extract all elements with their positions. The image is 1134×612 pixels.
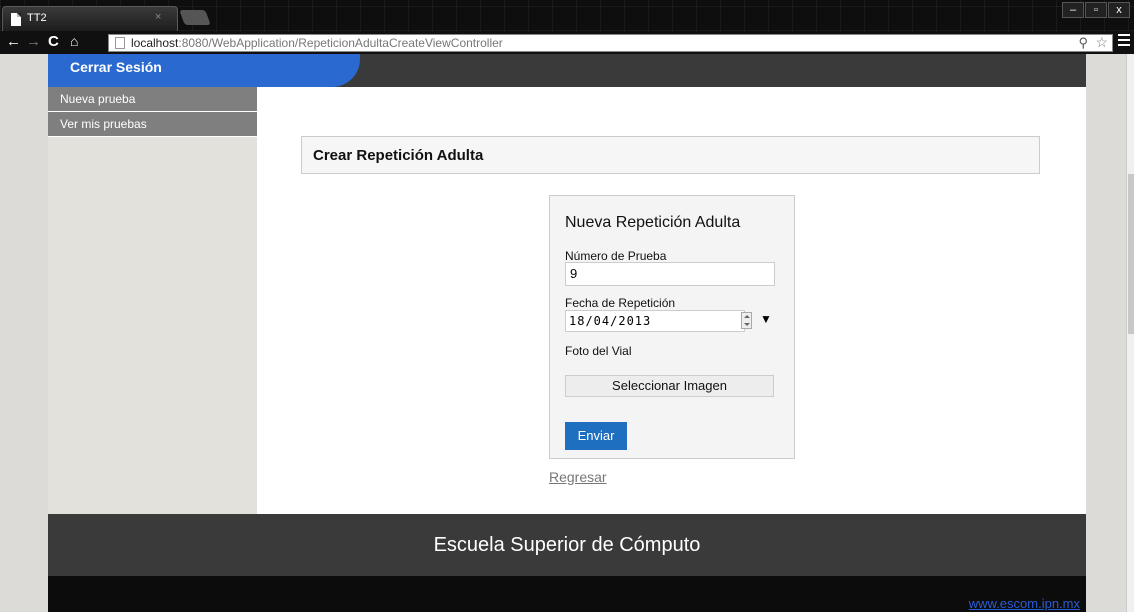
photo-label: Foto del Vial (565, 344, 632, 358)
tab-title: TT2 (27, 12, 47, 24)
zoom-icon[interactable]: ⚲ (1078, 35, 1088, 51)
create-form: Nueva Repetición Adulta Número de Prueba… (549, 195, 795, 459)
select-image-button[interactable]: Seleccionar Imagen (565, 375, 774, 397)
tab-close-icon[interactable]: × (155, 11, 161, 23)
browser-titlebar: TT2 × – ▫ x (0, 0, 1134, 31)
footer-title: Escuela Superior de Cómputo (433, 534, 701, 556)
forward-arrow-icon[interactable]: → (26, 33, 41, 50)
date-spinner-icon[interactable] (741, 312, 752, 329)
logout-button[interactable]: Cerrar Sesión (48, 54, 360, 87)
logout-label: Cerrar Sesión (70, 59, 162, 75)
back-arrow-icon[interactable]: ← (6, 33, 21, 50)
restore-button[interactable]: ▫ (1085, 2, 1107, 18)
test-number-label: Número de Prueba (565, 249, 667, 263)
sidebar: Nueva prueba Ver mis pruebas (48, 87, 257, 514)
form-title: Nueva Repetición Adulta (565, 214, 741, 231)
site-footer: Escuela Superior de Cómputo (48, 514, 1086, 576)
browser-menu-icon[interactable] (1118, 34, 1130, 48)
test-number-input[interactable]: 9 (565, 262, 775, 286)
date-input[interactable]: 18/04/2013 (565, 310, 745, 332)
reload-icon[interactable]: C (48, 33, 59, 50)
site-header: Cerrar Sesión (48, 54, 1086, 87)
browser-tab[interactable]: TT2 × (2, 6, 178, 31)
browser-toolbar: ← → C ⌂ localhost:8080/WebApplication/Re… (0, 31, 1134, 54)
page-viewport: Cerrar Sesión Nueva prueba Ver mis prueb… (0, 54, 1134, 612)
footer-link[interactable]: www.escom.ipn.mx (969, 596, 1080, 611)
window-controls: – ▫ x (1061, 2, 1130, 18)
page-icon (115, 37, 125, 49)
page: Cerrar Sesión Nueva prueba Ver mis prueb… (48, 54, 1086, 612)
new-tab-button[interactable] (179, 10, 211, 25)
close-window-button[interactable]: x (1108, 2, 1130, 18)
sidebar-item-nueva-prueba[interactable]: Nueva prueba (48, 87, 257, 112)
main-content: Crear Repetición Adulta Nueva Repetición… (257, 87, 1086, 514)
page-title: Crear Repetición Adulta (313, 147, 484, 164)
url-text: localhost:8080/WebApplication/Repeticion… (131, 36, 503, 50)
date-label: Fecha de Repetición (565, 296, 676, 310)
scrollbar-thumb[interactable] (1128, 174, 1134, 334)
page-heading-box: Crear Repetición Adulta (301, 136, 1040, 174)
back-link[interactable]: Regresar (549, 469, 607, 485)
address-bar[interactable]: localhost:8080/WebApplication/Repeticion… (108, 34, 1113, 52)
date-dropdown-icon[interactable]: ▼ (760, 312, 772, 326)
home-icon[interactable]: ⌂ (70, 33, 78, 49)
page-favicon-icon (11, 13, 21, 26)
sidebar-item-ver-mis-pruebas[interactable]: Ver mis pruebas (48, 112, 257, 137)
bookmark-star-icon[interactable]: ☆ (1095, 34, 1108, 51)
footer-bottom-bar: www.escom.ipn.mx (48, 576, 1086, 612)
vertical-scrollbar[interactable] (1126, 54, 1134, 612)
submit-button[interactable]: Enviar (565, 422, 627, 450)
minimize-button[interactable]: – (1062, 2, 1084, 18)
